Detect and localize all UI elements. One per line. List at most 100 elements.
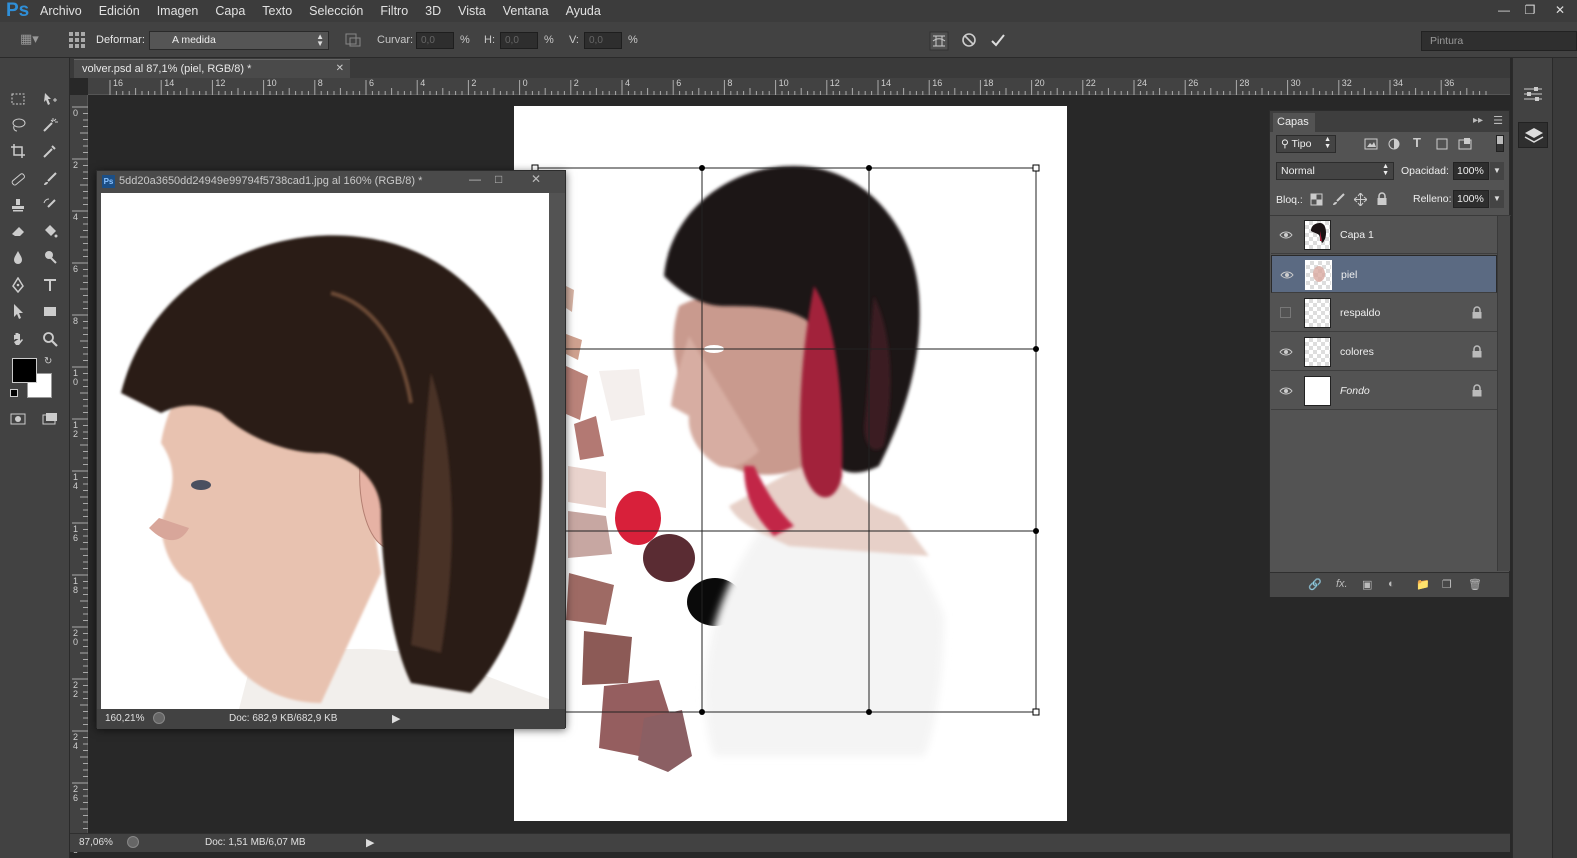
- hand-tool[interactable]: [7, 328, 29, 350]
- quick-mask-button[interactable]: [7, 408, 29, 430]
- swap-colors-icon[interactable]: ↻: [44, 356, 52, 367]
- brush-tool[interactable]: [39, 168, 61, 190]
- layer-row-colores[interactable]: colores: [1271, 333, 1497, 371]
- screen-mode-button[interactable]: [39, 408, 61, 430]
- layer-row-capa-1[interactable]: Capa 1: [1271, 216, 1497, 254]
- link-layers-icon[interactable]: 🔗: [1308, 578, 1322, 591]
- h-field[interactable]: 0,0: [500, 32, 538, 49]
- layer-row-piel[interactable]: piel: [1271, 255, 1497, 293]
- warp-style-select[interactable]: A medida ▲ ▼: [149, 31, 329, 50]
- opacity-field[interactable]: 100%: [1453, 162, 1489, 180]
- v-field[interactable]: 0,0: [584, 32, 622, 49]
- lock-all-icon[interactable]: [1376, 192, 1388, 206]
- new-group-folder-icon[interactable]: 📁: [1416, 578, 1430, 591]
- close-icon[interactable]: ✕: [1543, 0, 1577, 20]
- lock-position-icon[interactable]: [1354, 193, 1367, 206]
- layer-filter-select[interactable]: ⚲ Tipo ▲ ▼: [1276, 135, 1336, 153]
- reference-close-icon[interactable]: ✕: [531, 172, 541, 186]
- add-mask-icon[interactable]: ▣: [1362, 578, 1372, 591]
- layer-row-respaldo[interactable]: respaldo: [1271, 294, 1497, 332]
- marquee-tool[interactable]: [7, 88, 29, 110]
- collapse-panel-icon[interactable]: ▸▸: [1473, 115, 1483, 126]
- zoom-tool[interactable]: [39, 328, 61, 350]
- restore-icon[interactable]: ❐: [1517, 0, 1543, 20]
- bend-field[interactable]: 0,0: [416, 32, 454, 49]
- opacity-dropdown-icon[interactable]: ▼: [1490, 162, 1504, 180]
- history-brush-tool[interactable]: [39, 194, 61, 216]
- visibility-eye-icon[interactable]: [1280, 268, 1294, 282]
- menu-vista[interactable]: Vista: [458, 4, 486, 18]
- clone-stamp-tool[interactable]: [7, 194, 29, 216]
- menu-imagen[interactable]: Imagen: [157, 4, 199, 18]
- reference-maximize-icon[interactable]: □: [495, 172, 502, 186]
- menu-ayuda[interactable]: Ayuda: [566, 4, 601, 18]
- close-tab-icon[interactable]: ✕: [336, 63, 344, 74]
- visibility-off-box[interactable]: [1280, 307, 1291, 318]
- document-canvas[interactable]: [514, 106, 1067, 821]
- filter-smart-object-icon[interactable]: [1458, 137, 1472, 151]
- rectangle-tool[interactable]: [39, 300, 61, 322]
- reference-minimize-icon[interactable]: —: [469, 172, 481, 186]
- blur-tool[interactable]: [7, 246, 29, 268]
- filter-type-icon[interactable]: T: [1413, 135, 1421, 150]
- menu-archivo[interactable]: Archivo: [40, 4, 82, 18]
- magic-wand-tool[interactable]: [39, 114, 61, 136]
- paint-bucket-tool[interactable]: [39, 220, 61, 242]
- menu-seleccion[interactable]: Selección: [309, 4, 363, 18]
- warp-grid-icon[interactable]: [68, 31, 86, 49]
- toggle-warp-icon[interactable]: [929, 31, 949, 51]
- reference-info-icon[interactable]: [153, 712, 165, 724]
- layers-scrollbar[interactable]: [1497, 216, 1510, 571]
- layers-tab[interactable]: Capas: [1273, 113, 1315, 132]
- lasso-tool[interactable]: [7, 114, 29, 136]
- document-tab[interactable]: volver.psd al 87,1% (piel, RGB/8) * ✕: [74, 59, 350, 78]
- path-selection-tool[interactable]: [7, 300, 29, 322]
- layer-style-fx-icon[interactable]: fx.: [1336, 578, 1348, 590]
- panel-menu-icon[interactable]: ☰: [1493, 114, 1503, 127]
- cancel-transform-icon[interactable]: [961, 32, 977, 48]
- commit-transform-icon[interactable]: [990, 32, 1006, 48]
- visibility-eye-icon[interactable]: [1279, 228, 1293, 242]
- eyedropper-tool[interactable]: [39, 140, 61, 162]
- filter-toggle-switch[interactable]: [1496, 135, 1504, 152]
- lock-transparency-icon[interactable]: [1310, 193, 1323, 206]
- menu-ventana[interactable]: Ventana: [503, 4, 549, 18]
- zoom-readout[interactable]: 87,06%: [79, 837, 113, 848]
- reference-zoom-readout[interactable]: 160,21%: [105, 713, 144, 724]
- transform-preset-icon[interactable]: ▦▾: [20, 31, 39, 47]
- reference-image-window[interactable]: 5dd20a3650dd24949e99794f5738cad1.jpg al …: [96, 170, 566, 729]
- reference-scrollbar[interactable]: [549, 193, 565, 709]
- status-menu-arrow-icon[interactable]: ▶: [366, 836, 374, 849]
- pen-tool[interactable]: [7, 274, 29, 296]
- fill-field[interactable]: 100%: [1453, 190, 1489, 208]
- filter-shape-icon[interactable]: [1435, 137, 1449, 151]
- menu-texto[interactable]: Texto: [262, 4, 292, 18]
- menu-3d[interactable]: 3D: [425, 4, 441, 18]
- adjustments-panel-icon[interactable]: [1522, 84, 1544, 104]
- blend-mode-select[interactable]: Normal ▲ ▼: [1276, 162, 1394, 180]
- crop-tool[interactable]: [7, 140, 29, 162]
- filter-pixel-icon[interactable]: [1364, 137, 1378, 151]
- new-layer-icon[interactable]: ❐: [1442, 578, 1452, 591]
- minimize-icon[interactable]: —: [1491, 0, 1517, 20]
- type-tool[interactable]: [39, 274, 61, 296]
- eraser-tool[interactable]: [7, 220, 29, 242]
- visibility-eye-icon[interactable]: [1279, 384, 1293, 398]
- layer-row-fondo[interactable]: Fondo: [1271, 372, 1497, 410]
- visibility-eye-icon[interactable]: [1279, 345, 1293, 359]
- menu-filtro[interactable]: Filtro: [380, 4, 408, 18]
- layers-panel-button[interactable]: [1518, 122, 1548, 148]
- move-tool[interactable]: [39, 88, 61, 110]
- fill-dropdown-icon[interactable]: ▼: [1490, 190, 1504, 208]
- filter-adjustment-icon[interactable]: [1387, 137, 1401, 151]
- dodge-tool[interactable]: [39, 246, 61, 268]
- new-adjustment-icon[interactable]: ◐: [1388, 578, 1395, 590]
- workspace-select[interactable]: Pintura: [1421, 31, 1577, 51]
- default-colors-icon[interactable]: [10, 389, 18, 397]
- warp-orientation-icon[interactable]: [344, 32, 362, 48]
- lock-pixels-icon[interactable]: [1332, 193, 1345, 206]
- reference-photo[interactable]: [101, 193, 549, 709]
- menu-edicion[interactable]: Edición: [99, 4, 140, 18]
- status-info-icon[interactable]: [127, 836, 139, 848]
- menu-capa[interactable]: Capa: [215, 4, 245, 18]
